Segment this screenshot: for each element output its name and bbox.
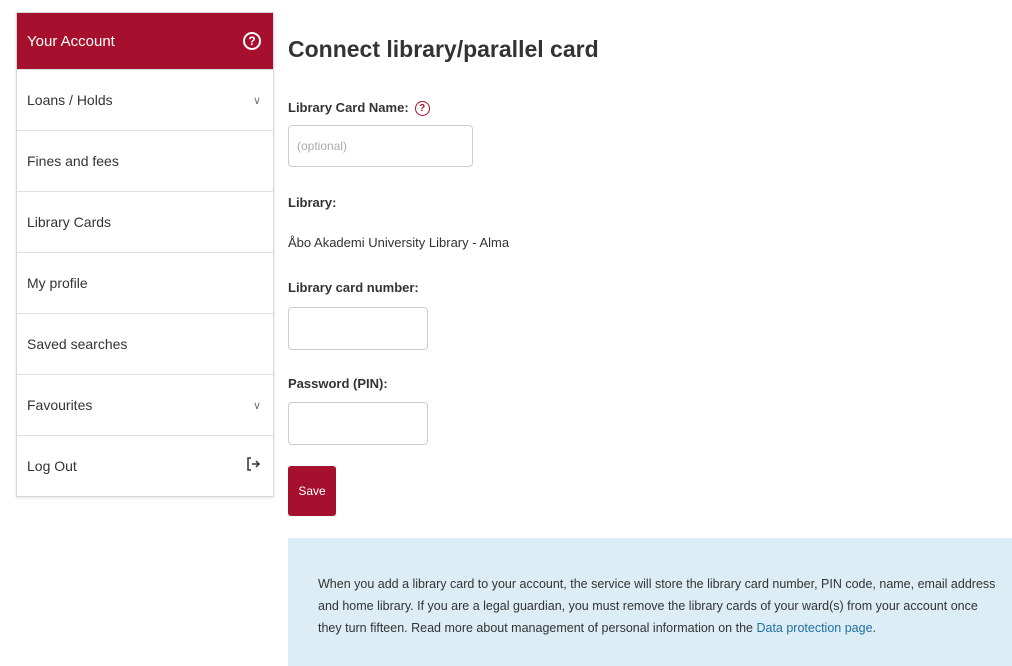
data-protection-link[interactable]: Data protection page xyxy=(756,621,872,635)
sidebar-item-my-profile[interactable]: My profile xyxy=(17,252,273,313)
account-sidebar: Your Account ? Loans / Holds ∨ Fines and… xyxy=(16,12,274,497)
card-number-input[interactable] xyxy=(288,307,428,350)
chevron-down-icon: ∨ xyxy=(252,94,261,107)
help-circle-icon[interactable]: ? xyxy=(414,101,430,117)
sidebar-item-label: Library Cards xyxy=(27,214,112,230)
save-button[interactable]: Save xyxy=(288,466,336,516)
info-text: When you add a library card to your acco… xyxy=(318,577,996,635)
sidebar-item-label: Fines and fees xyxy=(27,153,119,169)
sidebar-item-label: Log Out xyxy=(27,458,77,474)
library-label: Library: xyxy=(288,195,337,210)
sidebar-header-label: Your Account xyxy=(27,32,115,50)
sidebar-item-label: My profile xyxy=(27,275,88,291)
logout-icon xyxy=(245,456,261,477)
sidebar-item-fines-and-fees[interactable]: Fines and fees xyxy=(17,130,273,191)
card-name-input[interactable] xyxy=(288,125,473,167)
sidebar-item-loans-holds[interactable]: Loans / Holds ∨ xyxy=(17,69,273,130)
help-circle-icon[interactable]: ? xyxy=(243,32,261,50)
card-name-label-row: Library Card Name:? xyxy=(288,100,430,117)
main-content: Connect library/parallel card Library Ca… xyxy=(288,0,1012,666)
info-text-end: . xyxy=(872,621,877,635)
card-name-label: Library Card Name: xyxy=(288,100,409,115)
sidebar-item-label: Loans / Holds xyxy=(27,92,113,108)
page-title: Connect library/parallel card xyxy=(288,36,599,62)
password-label: Password (PIN): xyxy=(288,376,388,391)
password-input[interactable] xyxy=(288,402,428,445)
data-protection-info-box: When you add a library card to your acco… xyxy=(288,538,1012,666)
sidebar-item-log-out[interactable]: Log Out xyxy=(17,435,273,496)
sidebar-item-label: Saved searches xyxy=(27,336,128,352)
card-number-label: Library card number: xyxy=(288,280,419,295)
sidebar-header-your-account[interactable]: Your Account ? xyxy=(17,13,273,69)
sidebar-item-saved-searches[interactable]: Saved searches xyxy=(17,313,273,374)
sidebar-item-label: Favourites xyxy=(27,397,93,413)
sidebar-item-library-cards[interactable]: Library Cards xyxy=(17,191,273,252)
chevron-down-icon: ∨ xyxy=(252,399,261,412)
library-value: Åbo Akademi University Library - Alma xyxy=(288,235,510,250)
sidebar-item-favourites[interactable]: Favourites ∨ xyxy=(17,374,273,435)
